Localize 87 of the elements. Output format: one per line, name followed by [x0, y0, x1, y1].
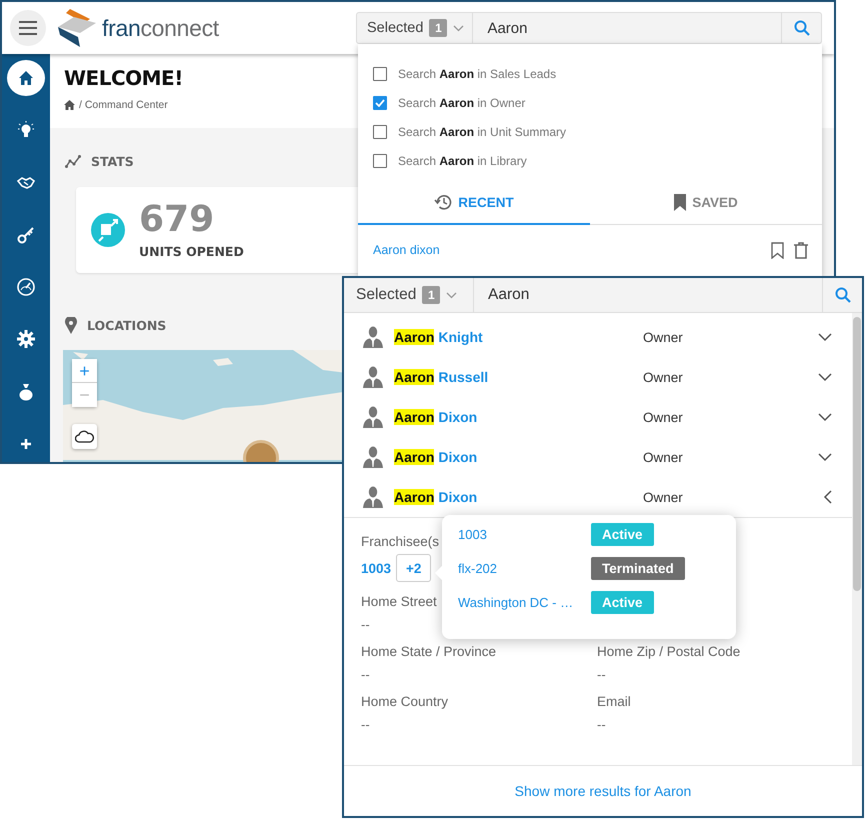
result-type: Owner: [643, 490, 684, 504]
chevron-down-icon: [818, 412, 832, 422]
home-icon: [64, 100, 75, 110]
chevron-left-icon: [823, 490, 832, 504]
bookmark-icon: [674, 194, 686, 210]
bookmark-icon[interactable]: [771, 242, 784, 258]
search-field[interactable]: Selected 1 Aaron: [356, 12, 822, 44]
checkbox[interactable]: [373, 96, 387, 110]
search-input[interactable]: Aaron: [474, 278, 822, 312]
breadcrumb: / Command Center: [79, 99, 168, 111]
gear-icon: [16, 329, 36, 350]
checkbox[interactable]: [373, 154, 387, 168]
zoom-in-button[interactable]: +: [72, 359, 97, 383]
scope-selector[interactable]: Selected 1: [344, 278, 474, 312]
chevron-down-icon: [818, 332, 832, 342]
owner-name-link[interactable]: Aaron Dixon: [394, 449, 643, 465]
tab[interactable]: SAVED: [590, 181, 822, 225]
person-icon: [362, 366, 384, 388]
owner-name-link[interactable]: Aaron Knight: [394, 329, 643, 345]
chevron-down-icon: [446, 292, 458, 298]
scope-label: Search Aaron in Owner: [398, 96, 526, 110]
section-heading: LOCATIONS: [87, 318, 166, 333]
field-label: Email: [597, 694, 631, 709]
field-label: Home Country: [361, 694, 448, 709]
trash-icon[interactable]: [794, 242, 808, 258]
page-title: WELCOME!: [64, 66, 183, 90]
field-value: --: [361, 667, 371, 682]
menu-button[interactable]: [10, 10, 46, 46]
unit-icon: [91, 213, 125, 247]
owner-name-link[interactable]: Aaron Dixon: [394, 409, 643, 425]
scrollbar[interactable]: [852, 313, 862, 765]
location-pin-icon: [65, 317, 77, 334]
status-badge: Active: [591, 591, 654, 614]
status-badge: Terminated: [591, 557, 685, 580]
scrollbar-thumb[interactable]: [853, 317, 861, 591]
field-value: --: [361, 717, 371, 732]
field-value: --: [361, 617, 371, 632]
stat-value: 679: [139, 202, 216, 238]
count-badge: 1: [422, 286, 440, 304]
expand-toggle[interactable]: [818, 372, 832, 382]
field-label: Home Zip / Postal Code: [597, 644, 740, 659]
logo-icon: [56, 9, 98, 47]
search-input[interactable]: Aaron: [473, 13, 781, 43]
chevron-down-icon: [818, 452, 832, 462]
search-icon: [794, 20, 810, 36]
expand-toggle[interactable]: [818, 452, 832, 462]
line-chart-icon: [65, 155, 81, 168]
history-icon: [434, 193, 452, 211]
search-icon: [834, 287, 850, 303]
scope-label: Search Aaron in Library: [398, 154, 527, 168]
person-icon: [362, 446, 384, 468]
status-badge: Active: [591, 523, 654, 546]
chevron-down-icon: [453, 24, 464, 32]
person-icon: [362, 406, 384, 428]
field-label: Home Street: [361, 594, 437, 609]
section-heading: STATS: [91, 154, 134, 169]
result-type: Owner: [643, 370, 684, 384]
field-value: --: [597, 717, 607, 732]
person-icon: [362, 486, 384, 508]
scope-selector[interactable]: Selected 1: [357, 13, 474, 43]
checkbox[interactable]: [373, 124, 387, 138]
gauge-icon: [16, 277, 36, 298]
expand-toggle[interactable]: [818, 332, 832, 342]
expand-toggle[interactable]: [823, 490, 832, 504]
layer-button[interactable]: [72, 424, 97, 449]
chevron-down-icon: [818, 372, 832, 382]
sidebar-item[interactable]: [7, 60, 45, 96]
menu-icon: [19, 21, 37, 35]
owner-name-link[interactable]: Aaron Russell: [394, 369, 643, 385]
logo-wordmark: franconnect: [102, 14, 219, 42]
field-label: Home State / Province: [361, 644, 496, 659]
owner-name-link[interactable]: Aaron Dixon: [394, 489, 643, 505]
search-field[interactable]: Selected 1 Aaron: [344, 278, 862, 313]
scope-label: Search Aaron in Sales Leads: [398, 66, 556, 80]
cloud-icon: [75, 430, 94, 443]
field-value: --: [597, 667, 607, 682]
field-label: Franchisee(s: [361, 534, 440, 549]
expand-toggle[interactable]: [818, 412, 832, 422]
key-icon: [16, 224, 36, 245]
result-type: Owner: [643, 450, 684, 464]
person-icon: [362, 326, 384, 348]
checkbox[interactable]: [373, 66, 387, 80]
count-badge: 1: [429, 19, 448, 37]
result-type: Owner: [643, 410, 684, 424]
result-type: Owner: [643, 330, 684, 344]
stat-label: UNITS OPENED: [139, 244, 244, 258]
scope-label: Search Aaron in Unit Summary: [398, 124, 566, 138]
